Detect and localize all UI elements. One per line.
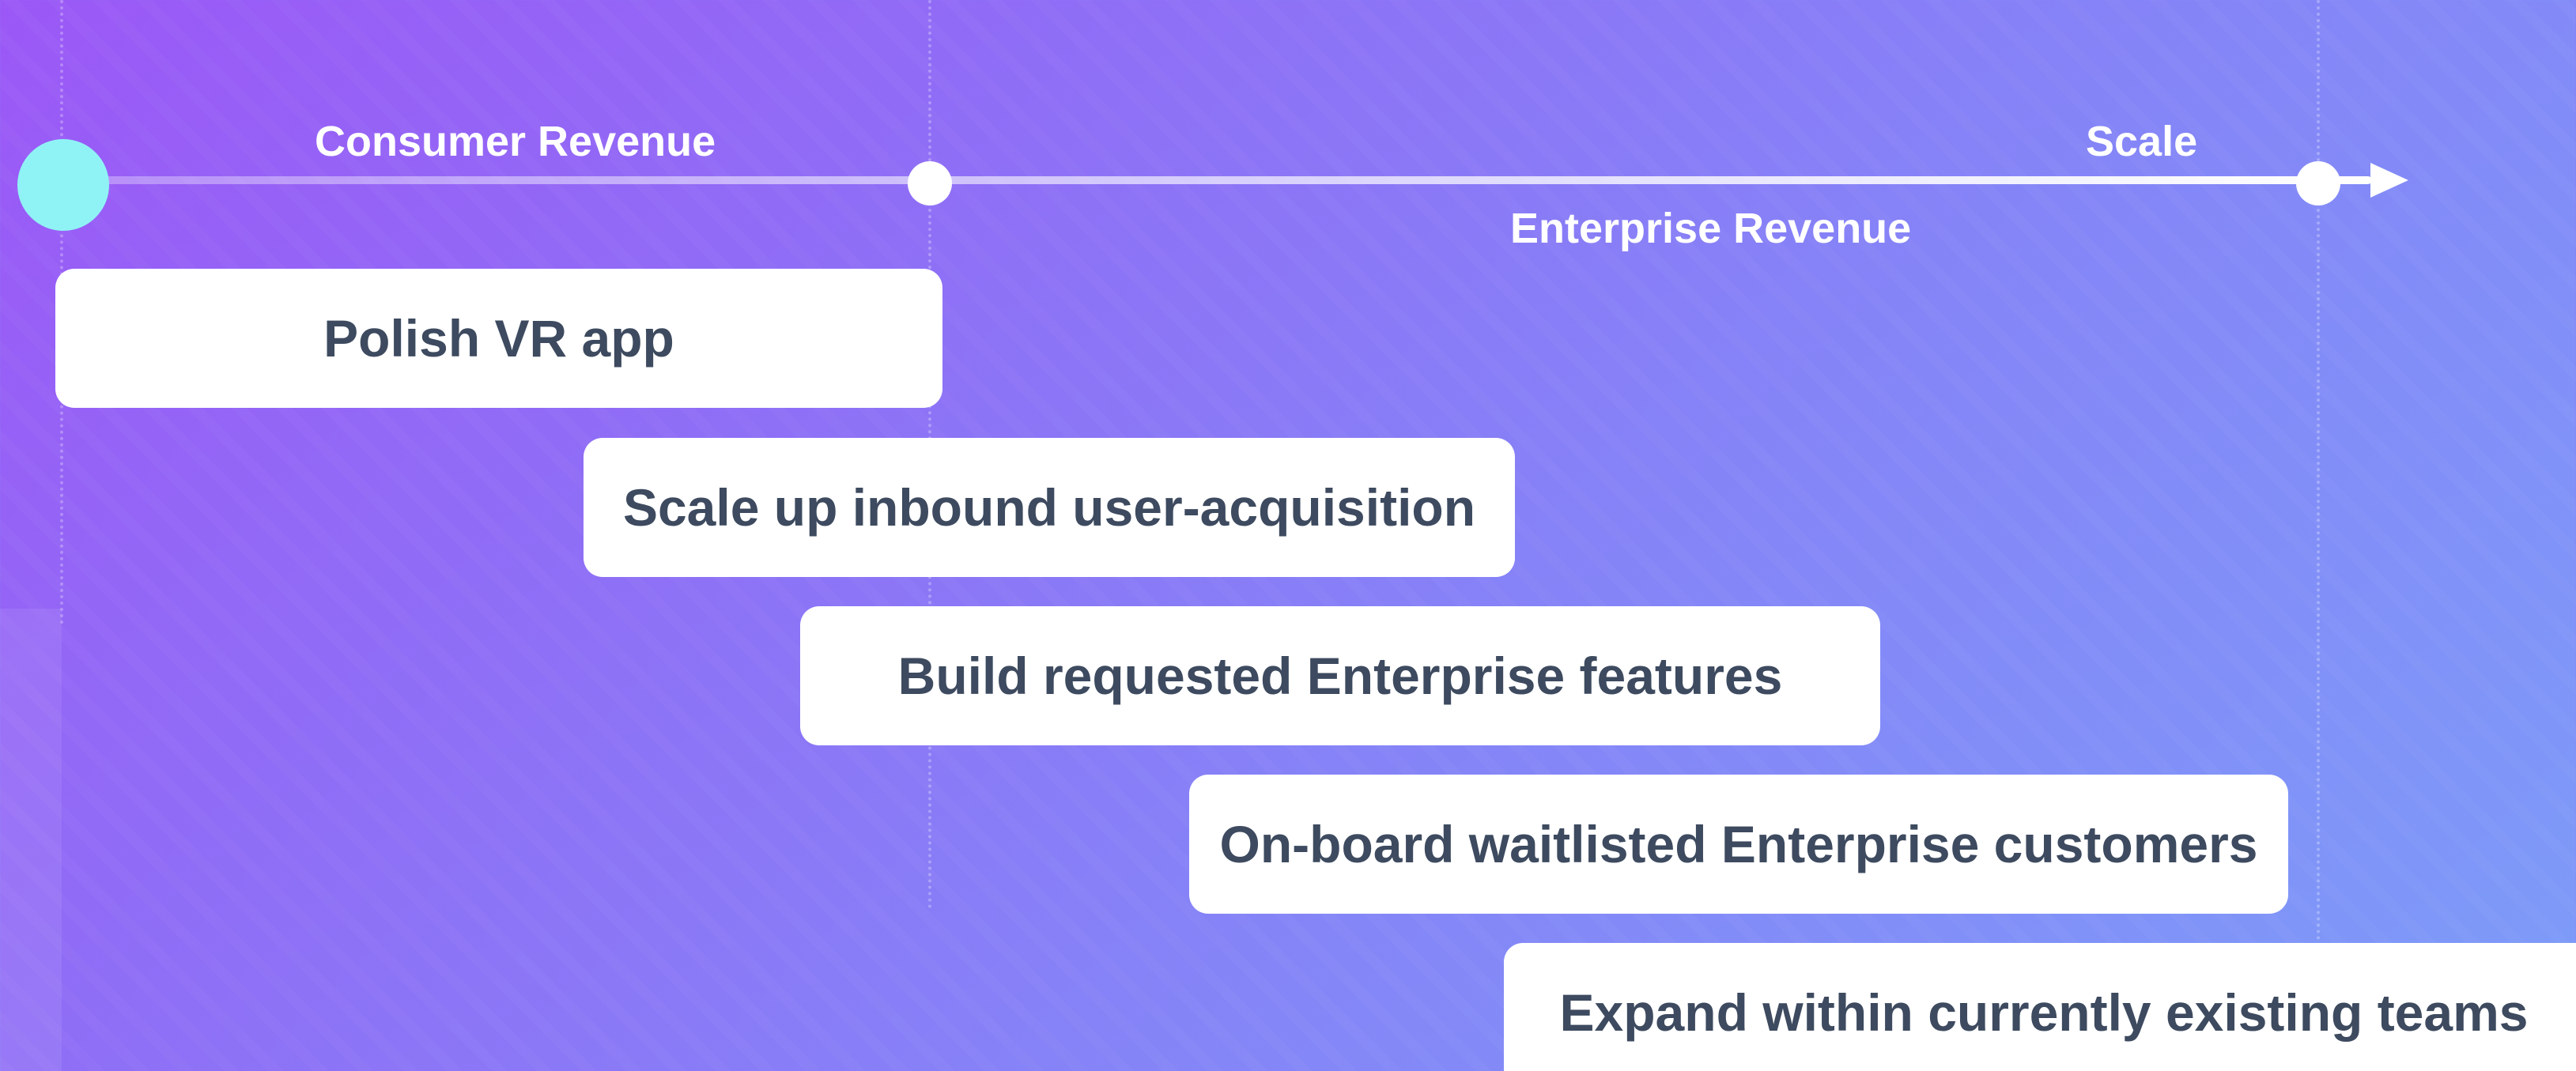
arrow-icon <box>2370 163 2408 198</box>
phase-label-enterprise-revenue: Enterprise Revenue <box>1510 205 1912 252</box>
task-build-enterprise-features: Build requested Enterprise features <box>800 606 1880 745</box>
timeline-line <box>63 176 2372 184</box>
phase-label-consumer-revenue: Consumer Revenue <box>315 118 716 165</box>
task-expand-existing-teams: Expand within currently existing teams <box>1504 943 2576 1071</box>
task-onboard-enterprise-customers: On-board waitlisted Enterprise customers <box>1189 775 2288 914</box>
milestone-scale-icon <box>2296 161 2340 206</box>
phase-label-scale: Scale <box>2086 118 2198 165</box>
task-polish-vr-app: Polish VR app <box>55 269 942 408</box>
start-node-icon <box>17 139 109 231</box>
task-scale-user-acquisition: Scale up inbound user-acquisition <box>584 438 1515 577</box>
milestone-enterprise-icon <box>908 161 952 206</box>
